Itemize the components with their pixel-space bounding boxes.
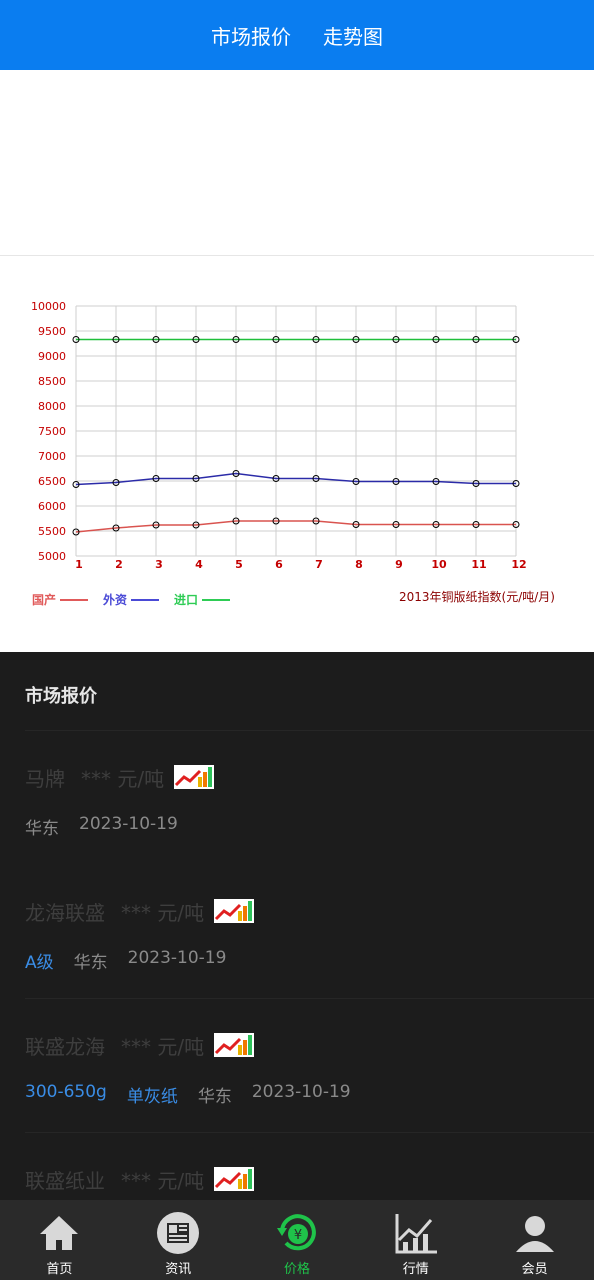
quote-date: 2023-10-19 bbox=[127, 948, 227, 968]
x-tick-label: 5 bbox=[235, 558, 243, 571]
nav-news[interactable]: 资讯 bbox=[119, 1200, 238, 1280]
x-tick-label: 3 bbox=[155, 558, 163, 571]
quote-price: *** 元/吨 bbox=[121, 1168, 205, 1193]
x-tick-label: 7 bbox=[315, 558, 323, 571]
quote-region: 华东 bbox=[197, 1087, 232, 1107]
top-tab-bar: 市场报价 走势图 bbox=[0, 0, 594, 70]
trend-icon[interactable] bbox=[214, 899, 255, 923]
legend-label: 进口 bbox=[174, 592, 198, 607]
y-tick-label: 7500 bbox=[38, 425, 66, 438]
nav-market[interactable]: 行情 bbox=[356, 1200, 475, 1280]
chart-title: 2013年铜版纸指数(元/吨/月) bbox=[399, 589, 555, 604]
x-tick-label: 11 bbox=[471, 558, 486, 571]
x-tick-label: 1 bbox=[75, 558, 83, 571]
trend-chart: 5000 5500 6000 6500 7000 7500 8000 8500 9000 9500… bbox=[0, 256, 594, 652]
quote-name: 联盛纸业 bbox=[25, 1168, 105, 1193]
nav-label: 价格 bbox=[283, 1262, 310, 1277]
x-tick-label: 10 bbox=[431, 558, 447, 571]
quote-region: 华东 bbox=[73, 953, 108, 973]
x-tick-label: 9 bbox=[395, 558, 403, 571]
y-tick-label: 7000 bbox=[38, 450, 66, 463]
trend-icon[interactable] bbox=[214, 1167, 255, 1191]
quote-price: *** 元/吨 bbox=[121, 1034, 205, 1059]
series-line bbox=[75, 472, 516, 486]
x-tick-label: 4 bbox=[195, 558, 203, 571]
member-icon bbox=[515, 1216, 554, 1252]
divider bbox=[25, 1132, 594, 1133]
quote-price: *** 元/吨 bbox=[81, 766, 165, 791]
nav-price[interactable]: ¥ 价格 bbox=[238, 1200, 357, 1280]
quote-name: 龙海联盛 bbox=[25, 900, 105, 925]
tab-trend-chart[interactable]: 走势图 bbox=[323, 21, 383, 50]
y-tick-label: 9500 bbox=[38, 325, 66, 338]
svg-text:¥: ¥ bbox=[294, 1228, 302, 1243]
price-icon: ¥ bbox=[276, 1214, 316, 1251]
divider bbox=[25, 730, 594, 731]
nav-label: 资讯 bbox=[165, 1262, 192, 1277]
quote-name: 联盛龙海 bbox=[25, 1034, 105, 1059]
trend-icon[interactable] bbox=[174, 765, 215, 789]
nav-label: 行情 bbox=[402, 1262, 429, 1277]
quote-tag[interactable]: A级 bbox=[25, 948, 54, 973]
nav-home[interactable]: 首页 bbox=[0, 1200, 119, 1280]
trend-chart-svg: 5000 5500 6000 6500 7000 7500 8000 8500 9000 9500… bbox=[31, 300, 555, 607]
y-tick-label: 5500 bbox=[38, 525, 66, 538]
divider bbox=[25, 998, 594, 999]
nav-label: 首页 bbox=[46, 1262, 73, 1277]
bottom-nav-bar: 首页 资讯 ¥ 价格 行情 会员 bbox=[0, 1200, 594, 1280]
quote-tag[interactable]: 单灰纸 bbox=[127, 1082, 178, 1107]
section-title: 市场报价 bbox=[25, 686, 97, 707]
market-quote-section: 市场报价 马牌 *** 元/吨 华东 2023-10-19 龙海联盛 *** 元… bbox=[0, 652, 594, 1200]
quote-region: 华东 bbox=[25, 819, 59, 839]
y-tick-label: 8500 bbox=[38, 375, 66, 388]
series-line bbox=[75, 520, 516, 533]
legend-label: 外资 bbox=[103, 592, 127, 607]
nav-label: 会员 bbox=[521, 1262, 548, 1277]
quote-date: 2023-10-19 bbox=[79, 814, 178, 834]
nav-member[interactable]: 会员 bbox=[475, 1200, 594, 1280]
quote-name: 马牌 bbox=[25, 766, 65, 791]
legend-label: 国产 bbox=[32, 592, 56, 607]
y-tick-label: 8000 bbox=[38, 400, 66, 413]
market-trend-icon bbox=[395, 1214, 437, 1254]
quote-price: *** 元/吨 bbox=[121, 900, 205, 925]
y-tick-label: 5000 bbox=[38, 550, 66, 563]
news-icon bbox=[157, 1212, 200, 1254]
x-tick-label: 6 bbox=[275, 558, 283, 571]
trend-icon[interactable] bbox=[214, 1033, 255, 1057]
x-tick-label: 8 bbox=[355, 558, 363, 571]
tab-market-quote[interactable]: 市场报价 bbox=[211, 21, 291, 50]
blank-banner-area bbox=[0, 70, 594, 256]
y-tick-label: 9000 bbox=[38, 350, 66, 363]
quote-date: 2023-10-19 bbox=[251, 1082, 351, 1102]
x-tick-label: 12 bbox=[511, 558, 526, 571]
y-tick-label: 6000 bbox=[38, 500, 66, 513]
quote-tag[interactable]: 300-650g bbox=[25, 1082, 107, 1107]
home-icon bbox=[40, 1216, 79, 1250]
x-tick-label: 2 bbox=[115, 558, 123, 571]
y-tick-label: 6500 bbox=[38, 475, 66, 488]
y-tick-label: 10000 bbox=[31, 300, 66, 313]
